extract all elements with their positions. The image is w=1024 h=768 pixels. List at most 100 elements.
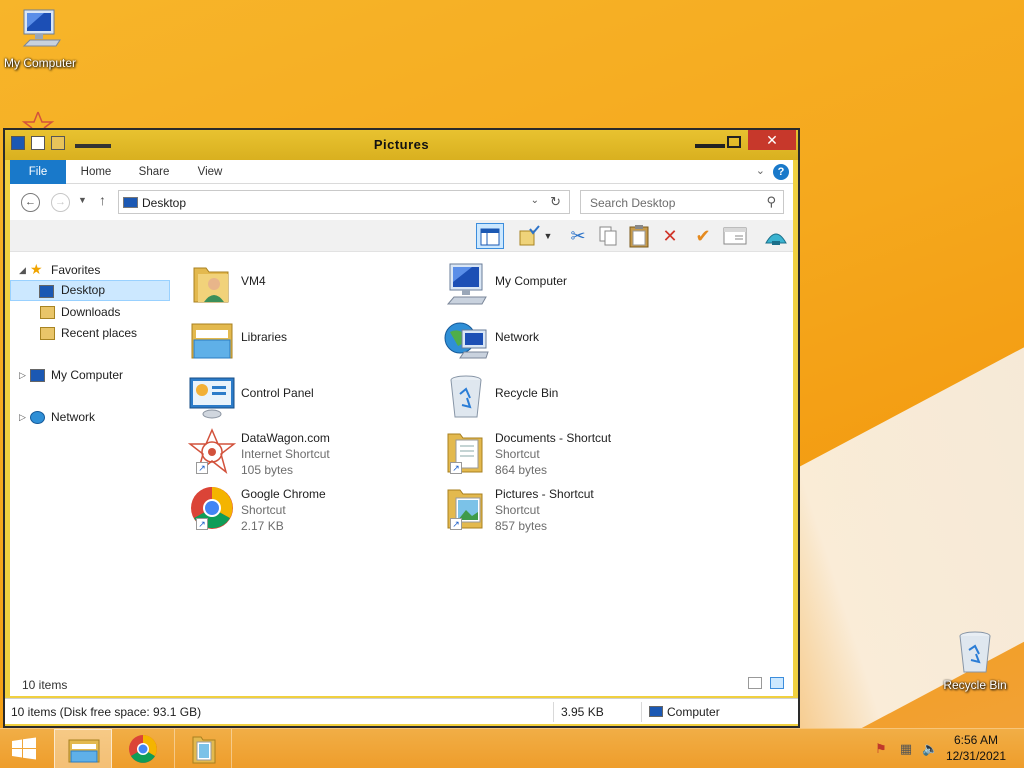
file-item[interactable]: ↗ Google Chrome Shortcut 2.17 KB [180,482,430,536]
file-item[interactable]: VM4 [180,258,430,312]
file-item[interactable]: ↗ Pictures - Shortcut Shortcut 857 bytes [434,482,684,536]
status-bar: 10 items (Disk free space: 93.1 GB) 3.95… [5,698,798,724]
expand-icon[interactable]: ▷ [19,407,26,428]
properties-icon[interactable] [721,223,749,249]
delete-icon[interactable]: ✕ [656,223,684,249]
file-item[interactable]: ↗ Documents - Shortcut Shortcut 864 byte… [434,426,684,480]
search-input[interactable]: Search Desktop ⚲ [580,190,784,214]
volume-muted-icon[interactable]: 🔈 [922,741,938,757]
ribbon-tabs: File Home Share View ⌄ ? [10,160,793,214]
file-item[interactable]: Libraries [180,314,430,368]
desktop-icon-my-computer[interactable]: My Computer [0,8,80,70]
recycle-bin-icon [951,630,999,674]
file-item[interactable]: ↗ DataWagon.com Internet Shortcut 105 by… [180,426,430,480]
sidebar-item-label: My Computer [51,368,124,382]
address-bar[interactable]: Desktop ⌄ ↻ [118,190,570,214]
chrome-icon: ↗ [188,484,236,532]
back-button[interactable]: ← [21,193,40,212]
details-view-icon[interactable] [748,677,762,689]
items-bar: 10 items [10,672,793,696]
paste-icon[interactable] [625,223,653,249]
status-size: 3.95 KB [561,705,604,719]
sidebar-item-label: Recent places [61,326,138,340]
sidebar-item-desktop[interactable]: Desktop [10,280,170,301]
action-center-icon[interactable]: ⚑ [873,741,889,757]
sidebar-item-label: Favorites [51,263,101,277]
expand-ribbon-icon[interactable]: ⌄ [756,164,765,177]
folder-icon [192,736,216,764]
network-status-icon[interactable]: ▦ [898,741,914,757]
desktop-icon-recycle-bin[interactable]: Recycle Bin [935,630,1015,692]
expand-icon[interactable]: ▷ [19,365,26,386]
search-icon[interactable]: ⚲ [766,194,776,210]
desktop-icon-label: My Computer [3,56,77,70]
up-button[interactable]: ↑ [99,192,106,208]
sidebar-item-favorites[interactable]: ◢ ★ Favorites [10,260,170,281]
tab-share[interactable]: Share [128,160,180,184]
recent-locations-icon[interactable]: ▼ [78,195,87,205]
tab-view[interactable]: View [184,160,236,184]
shell-icon[interactable] [762,223,790,249]
file-item[interactable]: My Computer [434,258,684,312]
content-area: ◢ ★ Favorites Desktop Downloads Recent p… [10,252,793,672]
dropdown-icon[interactable]: ▼ [541,223,555,249]
check-icon[interactable]: ✔ [689,223,717,249]
file-name: Documents - Shortcut [495,431,612,445]
taskbar-pictures-folder[interactable] [174,729,232,768]
preview-pane-icon[interactable] [476,223,504,249]
title-bar[interactable]: Pictures ✕ [5,130,798,160]
maximize-icon[interactable] [727,136,741,148]
sidebar-item-my-computer[interactable]: ▷ My Computer [10,365,170,386]
sidebar-item-label: Desktop [61,283,106,297]
file-item[interactable]: Recycle Bin [434,370,684,424]
forward-button[interactable]: → [51,193,70,212]
file-name: Recycle Bin [495,386,559,400]
copy-icon[interactable] [594,223,622,249]
system-clock[interactable]: 6:56 AM 12/31/2021 [946,732,1006,764]
taskbar-chrome[interactable] [114,729,172,768]
file-explorer-icon [68,739,100,763]
control-panel-icon [188,372,236,420]
large-icons-view-icon[interactable] [770,677,784,689]
taskbar-file-explorer[interactable] [54,729,112,768]
select-all-icon[interactable] [515,223,543,249]
sidebar-item-recent-places[interactable]: Recent places [10,323,170,344]
status-divider [641,702,642,722]
datawagon-desktop-icon[interactable] [14,110,62,130]
cut-icon[interactable]: ✂ [564,223,592,249]
computer-icon [16,8,64,52]
documents-folder-icon: ↗ [442,428,490,476]
chrome-icon [129,735,157,763]
address-dropdown-icon[interactable]: ⌄ [531,195,539,206]
address-path: Desktop [142,196,187,210]
file-item[interactable]: Control Panel [180,370,430,424]
file-name: Pictures - Shortcut [495,487,594,501]
help-icon[interactable]: ? [773,164,789,180]
file-list: VM4 My Computer Libraries Network Contro… [180,252,792,672]
tab-home[interactable]: Home [70,160,122,184]
sidebar-item-downloads[interactable]: Downloads [10,302,170,323]
computer-icon [30,369,45,382]
command-toolbar: ▼ ✂ ✕ ✔ [10,220,793,252]
network-icon [30,411,45,424]
taskbar: ⚑ ▦ 🔈 6:56 AM 12/31/2021 [0,728,1024,768]
sidebar-item-label: Network [51,410,96,424]
file-size: 105 bytes [241,463,294,477]
file-name: DataWagon.com [241,431,330,445]
close-button[interactable]: ✕ [748,130,796,150]
file-item[interactable]: Network [434,314,684,368]
start-button[interactable] [0,729,48,768]
sidebar-item-network[interactable]: ▷ Network [10,407,170,428]
file-type: Shortcut [495,503,540,517]
status-divider [553,702,554,722]
status-location: Computer [667,705,720,719]
recycle-bin-icon [442,372,490,420]
computer-icon [649,706,663,717]
minimize-icon[interactable] [695,144,725,148]
file-name: VM4 [241,274,266,288]
user-folder-icon [188,260,236,308]
collapse-icon[interactable]: ◢ [19,260,26,281]
shortcut-arrow-icon: ↗ [196,462,208,474]
navigation-pane: ◢ ★ Favorites Desktop Downloads Recent p… [10,252,170,672]
refresh-icon[interactable]: ↻ [550,194,561,210]
